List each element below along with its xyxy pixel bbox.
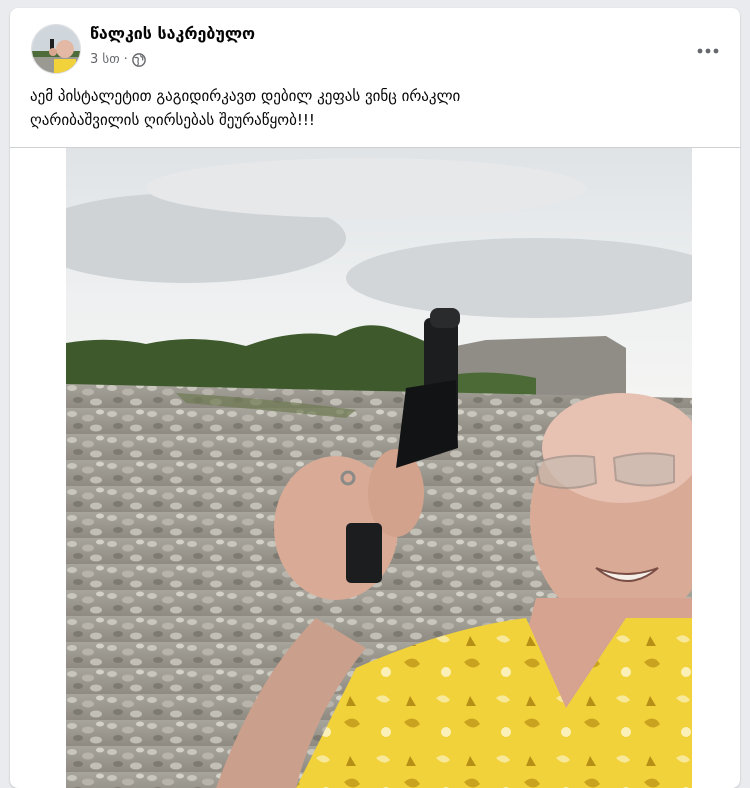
more-options-button[interactable]: [690, 30, 726, 66]
globe-icon[interactable]: [131, 52, 146, 67]
post-timestamp[interactable]: 3 სთ: [90, 52, 120, 67]
meta-separator: ·: [123, 52, 128, 67]
post-header: წალკის საკრებულო 3 სთ ·: [10, 8, 740, 86]
more-horizontal-icon: [697, 39, 719, 58]
post-photo[interactable]: [66, 148, 692, 788]
page-name-link[interactable]: წალკის საკრებულო: [90, 24, 255, 43]
page-avatar[interactable]: [31, 24, 81, 74]
post-card: წალკის საკრებულო 3 სთ · აემ პისტალეტით გ…: [10, 8, 740, 788]
post-text: აემ პისტალეტით გაგიდირკავთ დებილ კეფას ვ…: [30, 87, 461, 129]
post-meta: 3 სთ ·: [90, 52, 146, 67]
